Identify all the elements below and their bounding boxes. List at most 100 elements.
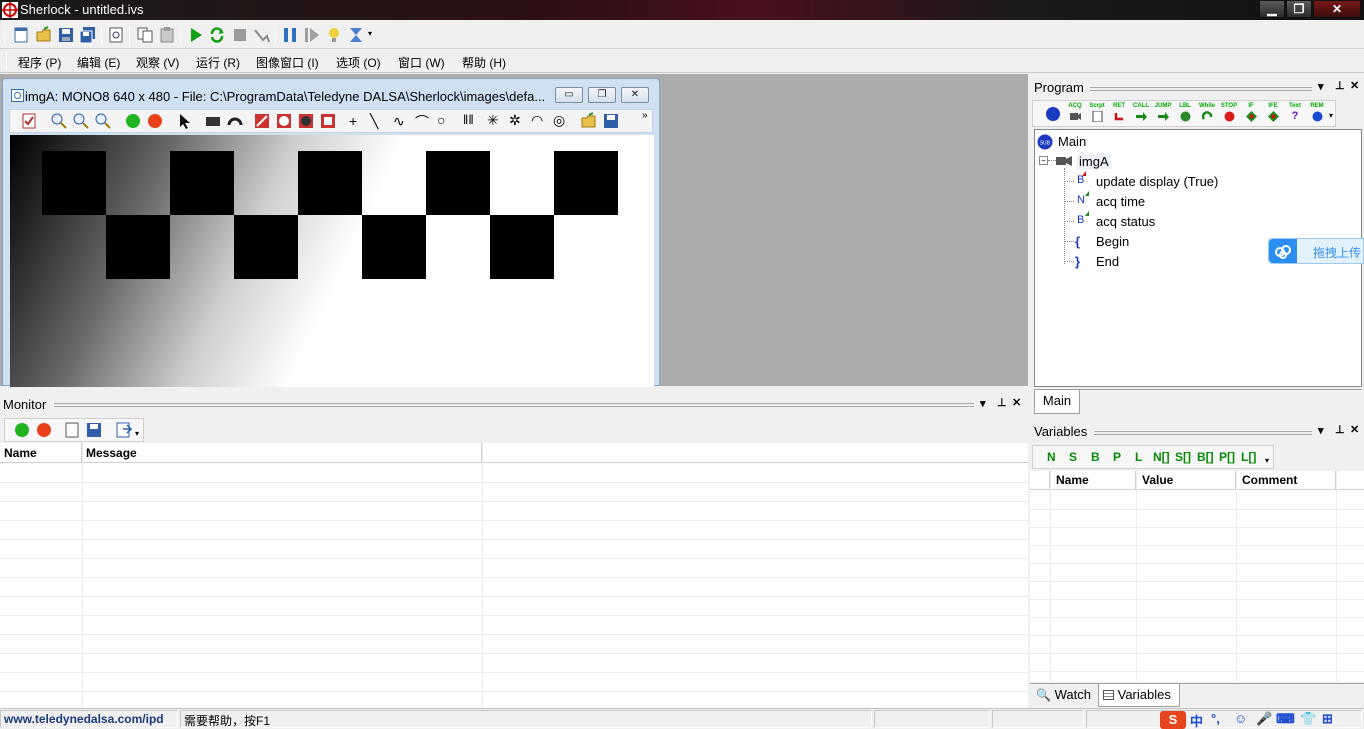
copy-icon[interactable] — [136, 26, 154, 44]
close-button[interactable]: ✕ — [1313, 0, 1361, 18]
variables-table[interactable]: Name Value Comment — [1030, 471, 1364, 682]
add-bool-button[interactable]: B — [1091, 450, 1100, 464]
stop-icon[interactable] — [231, 26, 249, 44]
tree-item-update-display[interactable]: update display (True) — [1096, 174, 1218, 189]
save-image-icon[interactable] — [602, 112, 620, 130]
arc-rake-roi-icon[interactable]: ◠ — [531, 112, 543, 129]
polyline-roi-icon[interactable]: ∿ — [393, 113, 405, 130]
label-tool-button[interactable]: LBL — [1175, 103, 1195, 125]
add-line-button[interactable]: L — [1135, 450, 1142, 464]
image-display[interactable] — [10, 135, 654, 387]
green-light-icon[interactable] — [124, 112, 142, 130]
variables-close-icon[interactable]: ✕ — [1350, 423, 1359, 436]
tree-item-end[interactable]: End — [1096, 254, 1119, 269]
menu-options[interactable]: 选项 (O) — [336, 54, 381, 71]
new-file-icon[interactable] — [12, 26, 30, 44]
program-toolbar-overflow-icon[interactable]: ▾ — [1329, 111, 1333, 120]
add-bool-array-button[interactable]: B[] — [1197, 450, 1214, 464]
print-preview-icon[interactable] — [107, 26, 125, 44]
monitor-toolbar-overflow-icon[interactable]: ▾ — [135, 429, 139, 438]
rectangle-roi-icon[interactable] — [204, 112, 222, 130]
ret-tool-button[interactable]: RET — [1109, 103, 1129, 125]
add-line-array-button[interactable]: L[] — [1241, 450, 1256, 464]
zoom-in-icon[interactable] — [94, 112, 112, 130]
load-image-icon[interactable] — [580, 112, 598, 130]
pause-icon[interactable] — [281, 26, 299, 44]
spoke-roi-icon[interactable]: ✳ — [487, 112, 499, 129]
save-all-icon[interactable] — [79, 26, 97, 44]
if-tool-button[interactable]: IF — [1241, 103, 1261, 125]
monitor-save-icon[interactable] — [85, 421, 103, 439]
column-header-value[interactable]: Value — [1136, 471, 1236, 490]
step-forward-icon[interactable] — [303, 26, 321, 44]
open-folder-icon[interactable] — [35, 26, 53, 44]
menu-program[interactable]: 程序 (P) — [18, 54, 61, 71]
image-window-minimize-button[interactable]: ▭ — [555, 87, 583, 103]
point-roi-icon[interactable]: + — [349, 113, 357, 129]
menu-run[interactable]: 运行 (R) — [196, 54, 240, 71]
lightbulb-icon[interactable] — [325, 26, 343, 44]
script-tool-button[interactable]: Scrpt — [1087, 103, 1107, 125]
ime-skin-icon[interactable]: 👕 — [1300, 711, 1316, 729]
run-continuous-icon[interactable] — [208, 26, 226, 44]
tree-imga[interactable]: imgA — [1077, 154, 1111, 169]
rem-tool-button[interactable]: REM — [1307, 103, 1327, 125]
monitor-close-icon[interactable]: ✕ — [1012, 396, 1021, 409]
program-close-icon[interactable]: ✕ — [1350, 79, 1359, 92]
program-pin-icon[interactable]: ⊥ — [1335, 79, 1345, 92]
add-string-button[interactable]: S — [1069, 450, 1077, 464]
menu-help[interactable]: 帮助 (H) — [462, 54, 506, 71]
ime-emoji-icon[interactable]: ☺ — [1234, 711, 1247, 729]
sub-tool-button[interactable] — [1043, 103, 1063, 125]
image-toolbar-overflow-icon[interactable]: » — [642, 110, 648, 121]
menu-view[interactable]: 观察 (V) — [136, 54, 179, 71]
status-link[interactable]: www.teledynedalsa.com/ipd — [0, 710, 178, 728]
column-header-message[interactable]: Message — [82, 443, 482, 463]
monitor-pin-icon[interactable]: ⊥ — [997, 396, 1007, 409]
variables-toolbar-overflow-icon[interactable]: ▾ — [1265, 456, 1269, 465]
circle-line-roi-icon[interactable]: ○ — [437, 112, 445, 128]
add-string-array-button[interactable]: S[] — [1175, 450, 1191, 464]
run-icon[interactable] — [187, 26, 205, 44]
tree-item-begin[interactable]: Begin — [1096, 234, 1129, 249]
tree-item-acq-time[interactable]: acq time — [1096, 194, 1145, 209]
ime-logo-icon[interactable]: S — [1160, 711, 1186, 729]
ime-chinese-icon[interactable]: 中 — [1190, 711, 1203, 729]
hourglass-icon[interactable] — [347, 26, 365, 44]
sherlock-app-icon[interactable] — [2, 2, 18, 18]
tab-watch[interactable]: 🔍 Watch — [1032, 684, 1098, 707]
polygon-roi-icon[interactable] — [319, 112, 337, 130]
program-dropdown-icon[interactable]: ▾ — [1318, 80, 1324, 93]
add-number-button[interactable]: N — [1047, 450, 1056, 464]
line-roi-icon[interactable]: ╲ — [370, 113, 378, 130]
menu-image-window[interactable]: 图像窗口 (I) — [256, 54, 319, 71]
rake-roi-icon[interactable]: ‖‖ — [463, 112, 474, 127]
monitor-dropdown-icon[interactable]: ▾ — [980, 397, 986, 410]
monitor-options-icon[interactable] — [115, 421, 133, 439]
add-point-button[interactable]: P — [1113, 450, 1121, 464]
red-light-icon[interactable] — [146, 112, 164, 130]
jump-tool-button[interactable]: JUMP — [1153, 103, 1173, 125]
menu-edit[interactable]: 编辑 (E) — [77, 54, 120, 71]
toolbar-overflow-icon[interactable]: ▾ — [368, 29, 372, 38]
stop-tool-button[interactable]: STOP — [1219, 103, 1239, 125]
arc-roi-icon[interactable] — [226, 112, 244, 130]
pointer-icon[interactable] — [176, 112, 194, 130]
column-header-name[interactable]: Name — [0, 443, 82, 463]
rotated-rect-roi-icon[interactable] — [253, 112, 271, 130]
tree-item-acq-status[interactable]: acq status — [1096, 214, 1155, 229]
zoom-fit-icon[interactable] — [72, 112, 90, 130]
variables-dropdown-icon[interactable]: ▾ — [1318, 424, 1324, 437]
star-roi-icon[interactable]: ✲ — [509, 112, 521, 129]
ime-voice-icon[interactable]: 🎤 — [1256, 711, 1272, 729]
paste-icon[interactable] — [158, 26, 176, 44]
menu-window[interactable]: 窗口 (W) — [398, 54, 445, 71]
save-icon[interactable] — [57, 26, 75, 44]
image-window-close-button[interactable]: ✕ — [621, 87, 649, 103]
while-tool-button[interactable]: While — [1197, 103, 1217, 125]
call-tool-button[interactable]: CALL — [1131, 103, 1151, 125]
acq-tool-button[interactable]: ACQ — [1065, 103, 1085, 125]
tab-main[interactable]: Main — [1034, 390, 1080, 414]
monitor-green-light-icon[interactable] — [13, 421, 31, 439]
variables-pin-icon[interactable]: ⊥ — [1335, 423, 1345, 436]
